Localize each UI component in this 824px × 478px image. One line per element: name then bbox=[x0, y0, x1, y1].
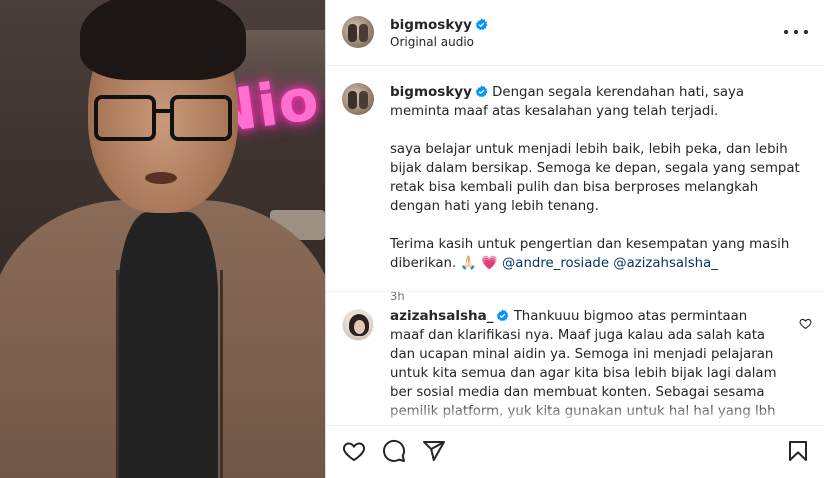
jacket-zipper-right bbox=[220, 270, 223, 478]
author-avatar[interactable] bbox=[342, 16, 374, 48]
post-video[interactable]: Nio bbox=[0, 0, 325, 478]
verified-icon bbox=[475, 18, 488, 31]
caption-author-avatar[interactable] bbox=[342, 83, 374, 115]
more-icon bbox=[784, 30, 788, 34]
mention-link[interactable]: @andre_rosiade bbox=[502, 256, 609, 271]
person-glasses bbox=[94, 95, 234, 143]
comment-like-heart-icon[interactable] bbox=[799, 317, 812, 330]
person-mouth bbox=[145, 172, 177, 184]
commenter-avatar[interactable] bbox=[342, 309, 374, 341]
caption-paragraph-2: saya belajar untuk menjadi lebih baik, l… bbox=[390, 142, 800, 214]
verified-icon bbox=[497, 309, 509, 322]
heart-icon[interactable] bbox=[342, 439, 366, 463]
commenter-username[interactable]: azizahsalsha_ bbox=[390, 308, 493, 324]
jacket-zipper-left bbox=[116, 270, 119, 478]
comment-icon[interactable] bbox=[382, 439, 406, 463]
caption-emoji: 🙏🏻 💗 bbox=[460, 256, 498, 271]
mention-link[interactable]: @azizahsalsha_ bbox=[613, 256, 718, 271]
author-username[interactable]: bigmoskyy bbox=[390, 17, 472, 33]
post-side-panel: bigmoskyy Original audio bigmoskyy Denga… bbox=[326, 0, 824, 478]
bookmark-icon[interactable] bbox=[786, 439, 810, 463]
comment-separator bbox=[326, 291, 824, 292]
caption-author-username[interactable]: bigmoskyy bbox=[390, 84, 472, 100]
share-icon[interactable] bbox=[422, 439, 446, 463]
comments-fade bbox=[326, 403, 824, 425]
post-actions-bar bbox=[326, 425, 824, 478]
author-username-row: bigmoskyy bbox=[390, 14, 488, 33]
comments-list[interactable]: bigmoskyy Dengan segala kerendahan hati,… bbox=[326, 67, 824, 425]
verified-icon bbox=[475, 85, 488, 98]
person-hair bbox=[80, 0, 246, 80]
post-header: bigmoskyy Original audio bbox=[326, 0, 824, 66]
audio-label[interactable]: Original audio bbox=[390, 35, 474, 49]
more-options-button[interactable] bbox=[784, 22, 808, 42]
person-shirt bbox=[118, 212, 218, 478]
caption-body: bigmoskyy Dengan segala kerendahan hati,… bbox=[390, 83, 805, 273]
